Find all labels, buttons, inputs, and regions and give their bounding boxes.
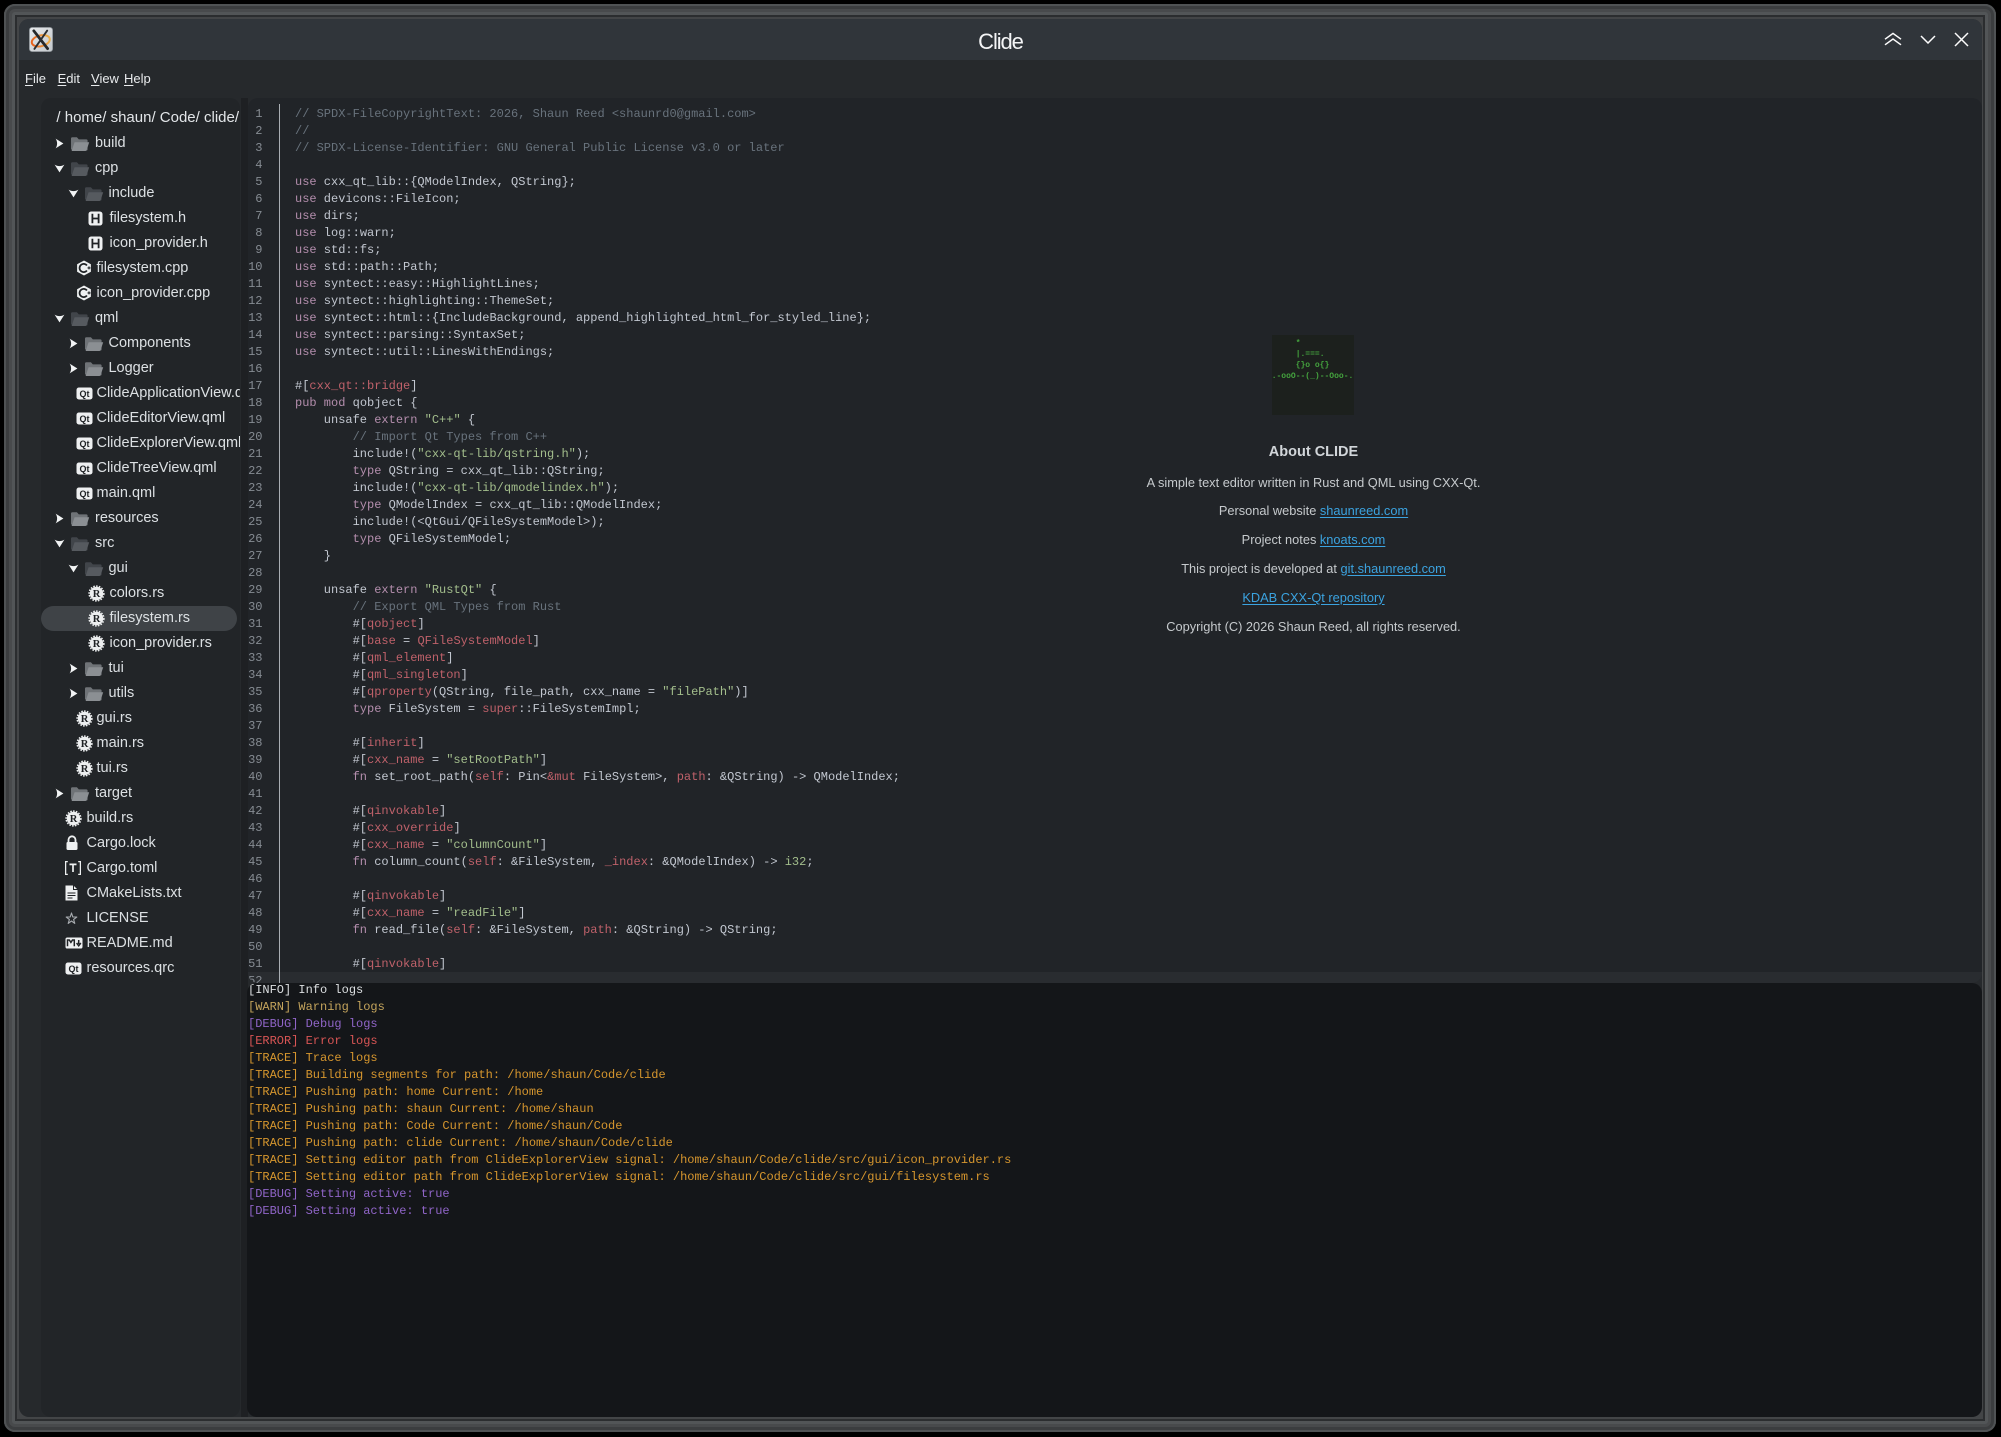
svg-text:R: R: [81, 764, 89, 775]
svg-text:Qt: Qt: [80, 413, 90, 423]
svg-text:Qt: Qt: [80, 463, 90, 473]
svg-text:Qt: Qt: [80, 488, 90, 498]
svg-text:R: R: [93, 589, 101, 600]
svg-text:Qt: Qt: [80, 388, 90, 398]
svg-text:R: R: [93, 614, 101, 625]
svg-text:Qt: Qt: [68, 963, 78, 973]
svg-text:R: R: [81, 739, 89, 750]
svg-text:R: R: [93, 639, 101, 650]
svg-text:R: R: [81, 714, 89, 725]
svg-text:R: R: [70, 814, 78, 825]
svg-text:Qt: Qt: [80, 438, 90, 448]
